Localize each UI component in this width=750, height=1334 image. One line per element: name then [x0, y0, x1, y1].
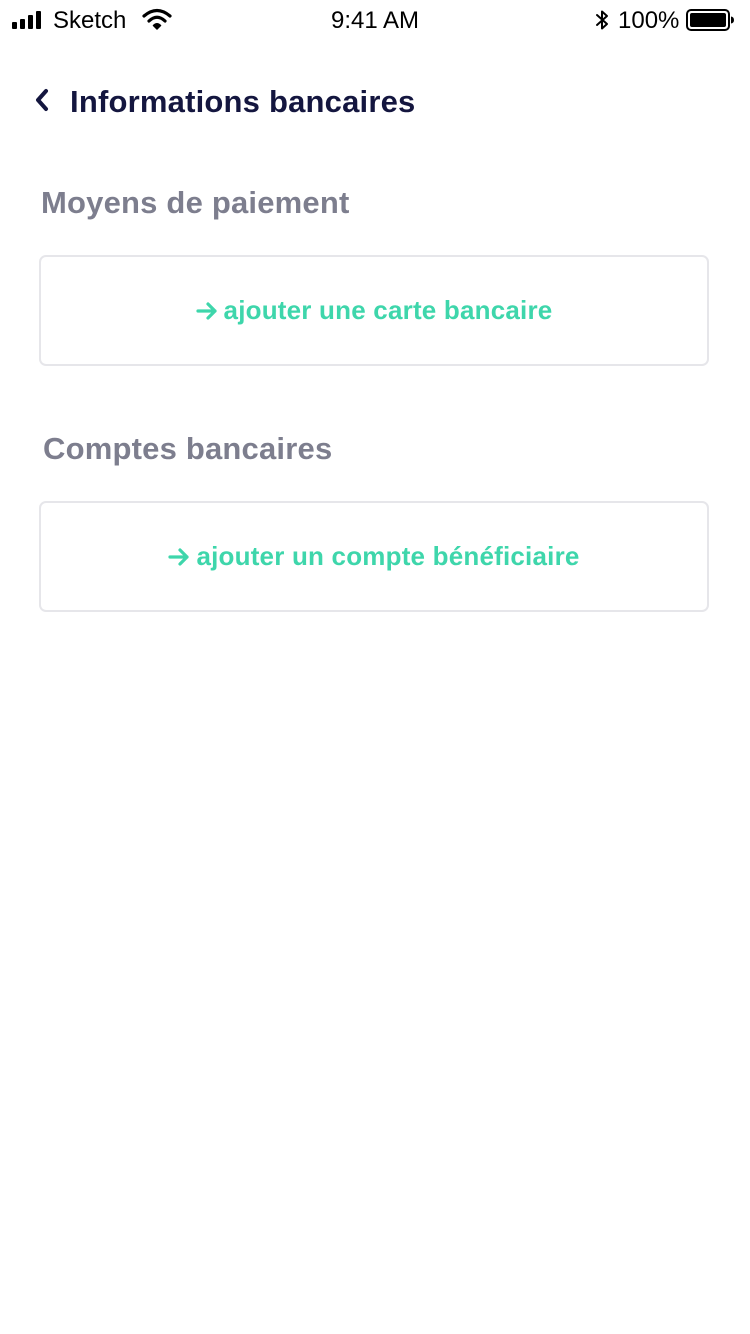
add-beneficiary-account-button[interactable]: ajouter un compte bénéficiaire	[39, 501, 709, 612]
nav-header: Informations bancaires	[0, 78, 750, 126]
bluetooth-icon	[594, 8, 610, 39]
status-bar: Sketch 9:41 AM 100%	[0, 0, 750, 40]
add-card-label: ajouter une carte bancaire	[223, 295, 553, 325]
back-button[interactable]	[28, 84, 56, 120]
arrow-right-icon	[195, 301, 218, 321]
add-card-button[interactable]: ajouter une carte bancaire	[39, 255, 709, 366]
section-title-payment-methods: Moyens de paiement	[41, 185, 350, 220]
section-title-bank-accounts: Comptes bancaires	[43, 431, 333, 466]
chevron-left-icon	[33, 87, 51, 118]
add-beneficiary-account-label: ajouter un compte bénéficiaire	[196, 541, 580, 571]
battery-icon	[686, 9, 734, 31]
page-title: Informations bancaires	[70, 84, 416, 119]
battery-percent: 100%	[618, 7, 680, 34]
arrow-right-icon	[168, 547, 190, 567]
